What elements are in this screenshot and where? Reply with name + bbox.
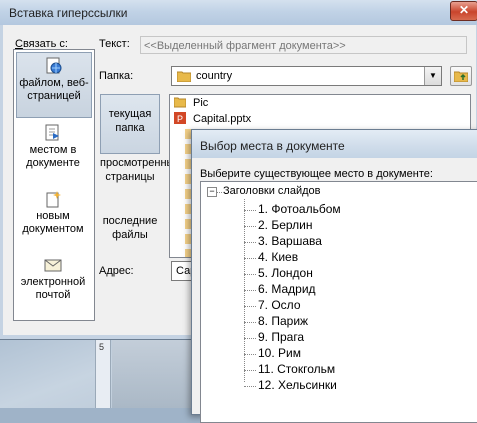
link-to-new-doc-label: новым документом xyxy=(22,210,84,235)
nav-current-folder[interactable]: текущая папка xyxy=(100,94,160,154)
tree-root-slide-titles[interactable]: Заголовки слайдов xyxy=(223,185,321,197)
slide-item[interactable]: 12. Хельсинки xyxy=(258,378,337,392)
pptx-file-icon: P xyxy=(174,112,186,124)
tree-connector xyxy=(216,192,222,193)
link-to-new-document[interactable]: новым документом xyxy=(16,186,90,250)
link-to-pane: файлом, веб-страницей местом в документе… xyxy=(13,49,95,321)
new-document-icon xyxy=(44,190,62,208)
link-to-place-in-document[interactable]: местом в документе xyxy=(16,120,90,184)
nav-recent-files-label: последние файлы xyxy=(102,215,158,241)
tree-connector xyxy=(244,386,256,387)
place-dialog-prompt: Выберите существующее место в документе: xyxy=(200,168,433,180)
browse-web-button[interactable] xyxy=(450,66,472,86)
folder-up-icon xyxy=(454,71,468,82)
slide-item[interactable]: 4. Киев xyxy=(258,250,298,264)
tree-connector xyxy=(244,322,256,323)
slide-item[interactable]: 6. Мадрид xyxy=(258,282,316,296)
nav-current-folder-label: текущая папка xyxy=(108,108,152,134)
dialog-titlebar: Вставка гиперссылки ✕ xyxy=(0,0,477,25)
address-label: Адрес: xyxy=(99,265,134,277)
link-to-email[interactable]: электронной почтой xyxy=(16,252,90,316)
tree-connector xyxy=(244,242,256,243)
list-item[interactable]: P Capital.pptx xyxy=(174,112,251,127)
slide-item[interactable]: 10. Рим xyxy=(258,346,301,360)
slide-item[interactable]: 8. Париж xyxy=(258,314,308,328)
slide-item[interactable]: 1. Фотоальбом xyxy=(258,202,341,216)
place-dialog-title: Выбор места в документе xyxy=(200,139,345,153)
web-page-icon xyxy=(45,57,63,75)
place-in-document-icon xyxy=(44,124,62,142)
select-place-dialog: Выбор места в документе Выберите существ… xyxy=(191,129,477,423)
folder-icon xyxy=(174,97,186,108)
link-to-file-label: файлом, веб-страницей xyxy=(19,77,89,102)
slide-item[interactable]: 2. Берлин xyxy=(258,218,313,232)
tree-connector xyxy=(244,370,256,371)
ruler-mark: 5 xyxy=(99,342,105,352)
folder-select[interactable]: country ▼ xyxy=(171,66,442,86)
tree-connector xyxy=(244,338,256,339)
tree-connector xyxy=(244,274,256,275)
slide-tree: − Заголовки слайдов 1. Фотоальбом 2. Берл… xyxy=(200,181,477,423)
vertical-ruler: 5 xyxy=(95,330,111,408)
tree-connector xyxy=(244,306,256,307)
close-button[interactable]: ✕ xyxy=(450,1,477,21)
nav-recent-files[interactable]: последние файлы xyxy=(100,214,160,244)
tree-connector xyxy=(244,226,256,227)
slide-item[interactable]: 3. Варшава xyxy=(258,234,322,248)
text-label: Текст: xyxy=(99,38,130,50)
folder-value: country xyxy=(196,70,233,82)
link-to-place-label: местом в документе xyxy=(26,144,80,169)
slide-item[interactable]: 5. Лондон xyxy=(258,266,313,280)
list-item[interactable]: Pic xyxy=(174,96,208,111)
place-dialog-titlebar: Выбор места в документе xyxy=(192,130,477,158)
browse-nav-pane: текущая папка просмотренные страницы пос… xyxy=(98,94,181,249)
link-to-email-label: электронной почтой xyxy=(20,276,86,301)
folder-icon xyxy=(177,71,191,82)
tree-connector xyxy=(244,290,256,291)
tree-connector xyxy=(244,258,256,259)
email-icon xyxy=(44,256,62,274)
dialog-title: Вставка гиперссылки xyxy=(9,6,128,20)
slide-item[interactable]: 7. Осло xyxy=(258,298,301,312)
display-text-input[interactable]: <<Выделенный фрагмент документа>> xyxy=(140,36,467,54)
link-to-file-web-page[interactable]: файлом, веб-страницей xyxy=(16,52,92,118)
svg-text:P: P xyxy=(177,114,183,124)
background-slide-area xyxy=(112,330,197,408)
tree-connector xyxy=(244,210,256,211)
slide-item[interactable]: 11. Стокгольм xyxy=(258,362,335,376)
nav-browsed-pages[interactable]: просмотренные страницы xyxy=(100,156,181,198)
chevron-down-icon[interactable]: ▼ xyxy=(424,67,441,85)
slide-item[interactable]: 9. Прага xyxy=(258,330,304,344)
tree-connector xyxy=(244,354,256,355)
folder-label: Папка: xyxy=(99,70,134,82)
